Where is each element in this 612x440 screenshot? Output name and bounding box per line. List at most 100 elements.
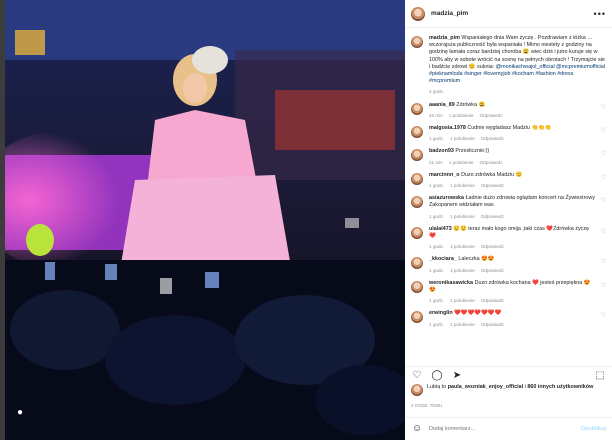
comment-item: marcinnn_o Duzo zdrówka Madziu 😊 1 godz. 1…	[411, 172, 606, 189]
comment-text: Laleczka 😍😍	[458, 256, 495, 263]
reply-button[interactable]: Odpowiedz	[481, 267, 504, 274]
comment-heart-icon[interactable]: ♡	[601, 197, 606, 204]
likes-prefix: Lubią to	[427, 384, 447, 390]
comment-time: 1 godz.	[429, 136, 445, 142]
commenter-avatar[interactable]	[411, 196, 423, 209]
comment-text: 😟😟 teraz mało kogo omija ,taki czas ❤️Zd…	[429, 225, 590, 240]
comment-item: ulalal473 😟😟 teraz mało kogo omija ,taki…	[411, 226, 606, 251]
caption-time: 2 godz.	[429, 89, 445, 95]
comment-icon[interactable]: ◯	[431, 370, 443, 381]
commenter-avatar[interactable]	[411, 226, 423, 239]
post-header: madzia_pim •••	[405, 0, 612, 28]
comment-likes[interactable]: 1 polubienie	[449, 112, 474, 119]
heart-icon[interactable]: ♡	[411, 370, 423, 381]
comment-username[interactable]: aaania_89	[429, 102, 455, 108]
commenter-avatar[interactable]	[411, 257, 423, 270]
comment-text: Cudnie wygladasz Madziu 👏👏👏	[467, 125, 552, 132]
comment-likes[interactable]: 1 polubienie	[449, 159, 474, 166]
comment-heart-icon[interactable]: ♡	[601, 104, 606, 111]
comment-time: 46 min	[429, 112, 443, 118]
comment-text: Zdrówka 😃	[456, 101, 486, 108]
comment-username[interactable]: _kkociara_	[429, 256, 457, 262]
comment-item: malgosia.1978 Cudnie wygladasz Madziu 👏👏…	[411, 125, 606, 142]
comment-input[interactable]	[429, 425, 581, 432]
reply-button[interactable]: Odpowiedz	[481, 321, 504, 328]
comment-time: 1 godz.	[429, 213, 445, 219]
reply-button[interactable]: Odpowiedz	[481, 135, 504, 142]
reply-button[interactable]: Odpowiedz	[481, 182, 504, 189]
comment-time: 1 godz.	[429, 298, 445, 304]
comment-item: asiazurowska Ładnie dużo zdrowia oglądam…	[411, 195, 606, 220]
caption-username[interactable]: madzia_pim	[429, 35, 460, 41]
instagram-post-modal: ● madzia_pim ••• madzia_pim Wspaniałego …	[0, 0, 612, 440]
publish-button[interactable]: Opublikuj	[581, 426, 606, 432]
commenter-avatar[interactable]	[411, 102, 423, 115]
comment-item: _kkociara_ Laleczka 😍😍 1 godz. 1 polubieni…	[411, 256, 606, 273]
comment-item: weronikasawicka Duzo zdrówka kochana ❤️ …	[411, 280, 606, 305]
comment-likes[interactable]: 1 polubienie	[450, 182, 475, 189]
comment-text: Przeslicznie:))	[455, 148, 490, 155]
comment-likes[interactable]: 1 polubienie	[450, 213, 475, 220]
comment-time: 1 godz.	[429, 321, 445, 327]
bookmark-icon[interactable]: ⬚	[594, 370, 606, 381]
concert-photo	[5, 0, 405, 440]
add-comment-row: ☺ Opublikuj	[405, 417, 612, 439]
reply-button[interactable]: Odpowiedz	[481, 297, 504, 304]
comment-likes[interactable]: 1 polubienie	[450, 297, 475, 304]
commenter-avatar[interactable]	[411, 126, 423, 139]
emoji-icon[interactable]: ☺	[411, 423, 423, 434]
comment-heart-icon[interactable]: ♡	[601, 174, 606, 181]
commenter-avatar[interactable]	[411, 149, 423, 162]
reply-button[interactable]: Odpowiedz	[480, 159, 503, 166]
liker-avatar[interactable]	[411, 384, 423, 396]
comment-item: erwinglin ❤️❤️❤️❤️❤️❤️❤️ 1 godz. 1 polubie…	[411, 310, 606, 327]
commenter-avatar[interactable]	[411, 280, 423, 293]
comment-username[interactable]: weronikasawicka	[429, 280, 473, 286]
comment-likes[interactable]: 1 polubienie	[450, 267, 475, 274]
more-icon[interactable]: •••	[594, 9, 606, 19]
comment-time: 1 godz.	[429, 267, 445, 273]
post-timestamp: 2 GODZ. TEMU	[411, 403, 443, 408]
comment-text: Duzo zdrówka Madziu 😊	[461, 171, 523, 178]
likes-summary: Lubią to paula_wozniak_enjoy_official i …	[411, 384, 606, 396]
likes-and: i	[524, 384, 526, 390]
comments-list[interactable]: madzia_pim Wspaniałego dnia Wam życzę . …	[405, 29, 612, 365]
comment-username[interactable]: marcinnn_o	[429, 172, 460, 178]
action-bar: ♡ ◯ ➤ ⬚	[405, 366, 612, 384]
comment-heart-icon[interactable]: ♡	[601, 228, 606, 235]
post-image[interactable]: ●	[5, 0, 405, 440]
likes-count-link[interactable]: 860 innych użytkowników	[527, 384, 593, 390]
comment-time: 1 godz.	[429, 183, 445, 189]
reply-button[interactable]: Odpowiedz	[481, 213, 504, 220]
user-tag-icon[interactable]: ●	[13, 406, 27, 420]
comment-username[interactable]: malgosia.1978	[429, 125, 466, 131]
comment-text: ❤️❤️❤️❤️❤️❤️❤️	[454, 310, 502, 317]
caption-avatar[interactable]	[411, 36, 423, 48]
reply-button[interactable]: Odpowiedz	[480, 112, 503, 119]
reply-button[interactable]: Odpowiedz	[481, 243, 504, 250]
share-icon[interactable]: ➤	[451, 370, 463, 381]
author-username[interactable]: madzia_pim	[431, 10, 594, 17]
comment-username[interactable]: asiazurowska	[429, 195, 464, 201]
comment-heart-icon[interactable]: ♡	[601, 127, 606, 134]
comment-time: 1 godz.	[429, 244, 445, 250]
comment-heart-icon[interactable]: ♡	[601, 258, 606, 265]
author-avatar[interactable]	[411, 6, 425, 21]
comment-username[interactable]: erwinglin	[429, 310, 453, 316]
comment-likes[interactable]: 1 polubienie	[450, 135, 475, 142]
comment-heart-icon[interactable]: ♡	[601, 150, 606, 157]
comment-item: aaania_89 Zdrówka 😃 46 min 1 polubienie Odp…	[411, 102, 606, 119]
post-caption: madzia_pim Wspaniałego dnia Wam życzę . …	[411, 35, 606, 96]
comment-heart-icon[interactable]: ♡	[601, 282, 606, 289]
comment-time: 21 min	[429, 159, 443, 165]
comment-likes[interactable]: 1 polubienie	[450, 321, 475, 328]
post-side-panel: madzia_pim ••• madzia_pim Wspaniałego dn…	[405, 0, 612, 440]
comment-likes[interactable]: 1 polubienie	[450, 243, 475, 250]
comment-username[interactable]: ulalal473	[429, 226, 452, 232]
comment-item: badzon93 Przeslicznie:)) 21 min 1 polubien…	[411, 148, 606, 165]
comment-username[interactable]: badzon93	[429, 148, 454, 154]
commenter-avatar[interactable]	[411, 172, 423, 185]
comment-heart-icon[interactable]: ♡	[601, 312, 606, 319]
commenter-avatar[interactable]	[411, 311, 423, 324]
liker-username[interactable]: paula_wozniak_enjoy_official	[448, 384, 524, 390]
